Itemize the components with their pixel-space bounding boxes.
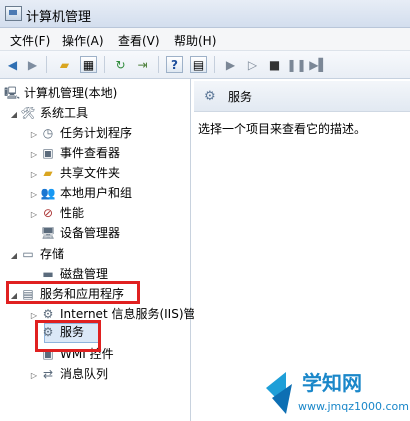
expanded-arrow-icon[interactable]: ◢: [8, 106, 20, 124]
menu-view[interactable]: 查看(V): [118, 32, 160, 49]
toolbar-separator: [46, 56, 47, 73]
menu-bar: 文件(F) 操作(A) 查看(V) 帮助(H): [0, 28, 410, 51]
clock-icon: ◷: [42, 126, 54, 140]
tree-node-task-scheduler[interactable]: ▷ ◷ 任务计划程序: [28, 124, 132, 142]
gear-icon: ⚙: [204, 89, 216, 104]
help-icon[interactable]: ?: [166, 56, 183, 73]
up-folder-icon[interactable]: ▰: [56, 56, 73, 73]
highlight-box-services-apps: [6, 281, 140, 304]
toolbar-separator: [214, 56, 215, 73]
collapsed-arrow-icon[interactable]: ▷: [28, 166, 40, 184]
collapsed-arrow-icon[interactable]: ▷: [28, 126, 40, 144]
back-arrow-icon[interactable]: ◀: [4, 56, 21, 73]
tree-node-local-users[interactable]: ▷ 👥 本地用户和组: [28, 184, 132, 202]
menu-help[interactable]: 帮助(H): [174, 32, 216, 49]
performance-icon: ⊘: [42, 206, 54, 220]
play-alt-icon[interactable]: ▷: [244, 56, 261, 73]
toolbar: ◀ ▶ ▰ ▦ ↻ ⇥ ? ▤ ▶ ▷ ■ ❚❚ ▶▌: [0, 51, 410, 79]
event-viewer-icon: ▣: [42, 146, 54, 160]
tree-node-event-viewer[interactable]: ▷ ▣ 事件查看器: [28, 144, 120, 162]
tree-node-system-tools[interactable]: ◢ 🛠 系统工具: [8, 104, 88, 122]
title-bar: 计算机管理: [0, 0, 410, 28]
play-icon[interactable]: ▶: [222, 56, 239, 73]
collapsed-arrow-icon[interactable]: ▷: [28, 367, 40, 385]
toolbar-separator: [158, 56, 159, 73]
pause-icon[interactable]: ❚❚: [286, 56, 306, 73]
collapsed-arrow-icon[interactable]: ▷: [28, 146, 40, 164]
tree-node-performance[interactable]: ▷ ⊘ 性能: [28, 204, 84, 222]
tools-icon: 🛠: [20, 106, 36, 120]
toolbar-separator: [104, 56, 105, 73]
highlight-box-services: [35, 320, 101, 352]
menu-file[interactable]: 文件(F): [10, 32, 50, 49]
computer-management-app-icon: [5, 6, 22, 21]
watermark-text: 学知网: [302, 371, 362, 395]
stop-icon[interactable]: ■: [266, 56, 283, 73]
window-title: 计算机管理: [26, 10, 92, 25]
expanded-arrow-icon[interactable]: ◢: [8, 247, 20, 265]
menu-action[interactable]: 操作(A): [62, 32, 104, 49]
restart-icon[interactable]: ▶▌: [309, 56, 327, 73]
details-header: ⚙ 服务: [194, 81, 410, 112]
watermark-url: www.jmqz1000.com: [298, 400, 409, 413]
forward-arrow-icon[interactable]: ▶: [24, 56, 41, 73]
watermark-logo: 学知网 www.jmqz1000.com: [266, 371, 409, 414]
shared-folder-icon: ▰: [43, 166, 53, 180]
properties-icon[interactable]: ▤: [190, 56, 207, 73]
storage-icon: ▭: [22, 247, 34, 261]
tree-node-device-manager[interactable]: 🖥 设备管理器: [40, 224, 120, 242]
tree-node-shared-folders[interactable]: ▷ ▰ 共享文件夹: [28, 164, 120, 182]
tree-node-storage[interactable]: ◢ ▭ 存储: [8, 245, 64, 263]
tree-node-message-queue[interactable]: ▷ ⇄ 消息队列: [28, 365, 108, 383]
users-icon: 👥: [40, 186, 56, 200]
message-queue-icon: ⇄: [42, 367, 54, 381]
tree-node-root[interactable]: 🖳 计算机管理(本地): [4, 84, 117, 102]
show-hide-tree-icon[interactable]: ▦: [80, 56, 97, 73]
device-manager-icon: 🖥: [40, 226, 56, 240]
collapsed-arrow-icon[interactable]: ▷: [28, 206, 40, 224]
export-list-icon[interactable]: ⇥: [134, 56, 151, 73]
collapsed-arrow-icon[interactable]: ▷: [28, 186, 40, 204]
details-description: 选择一个项目来查看它的描述。: [198, 122, 367, 136]
computer-management-icon: 🖳: [4, 86, 21, 100]
details-header-title: 服务: [228, 90, 253, 104]
refresh-icon[interactable]: ↻: [112, 56, 129, 73]
